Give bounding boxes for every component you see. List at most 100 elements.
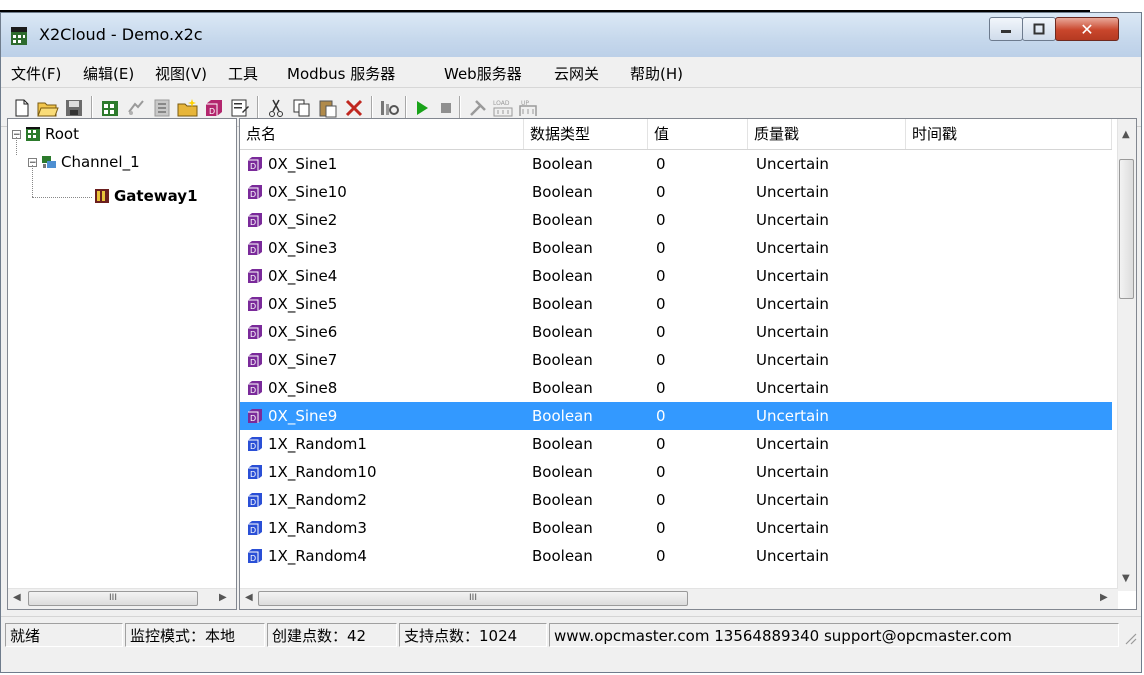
new-file-button[interactable] [11, 97, 33, 119]
column-divider [648, 318, 649, 346]
column-divider [906, 178, 907, 206]
scroll-up-icon[interactable]: ▲ [1122, 129, 1130, 140]
column-divider [906, 542, 907, 570]
tree-node-root[interactable]: − Root [12, 123, 79, 145]
tag-disabled-icon [154, 99, 170, 117]
cell-type: Boolean [532, 519, 593, 537]
table-row[interactable]: D 1X_Random3 Boolean 0 Uncertain [240, 514, 1112, 542]
column-divider [524, 346, 525, 374]
scroll-thumb[interactable]: III [258, 591, 688, 606]
table-row[interactable]: D 0X_Sine9 Boolean 0 Uncertain [240, 402, 1112, 430]
scroll-right-icon[interactable]: ▶ [1100, 592, 1108, 603]
delete-button[interactable] [343, 97, 365, 119]
resize-grip-icon[interactable] [1123, 631, 1137, 645]
column-divider [524, 458, 525, 486]
column-divider [906, 402, 907, 430]
toolbar-separator [91, 96, 93, 120]
add-data-button[interactable]: D [203, 97, 225, 119]
column-header-type[interactable]: 数据类型 [524, 119, 648, 149]
scroll-thumb[interactable]: III [28, 591, 198, 606]
cell-name: 0X_Sine5 [268, 295, 338, 313]
scroll-left-icon[interactable]: ◀ [13, 592, 21, 603]
column-header-value[interactable]: 值 [648, 119, 748, 149]
close-button[interactable]: ✕ [1055, 17, 1119, 41]
column-divider [648, 234, 649, 262]
title-bar[interactable]: X2Cloud - Demo.x2c ✕ [1, 13, 1141, 57]
menu-edit[interactable]: 编辑(E) [81, 63, 136, 84]
table-row[interactable]: D 0X_Sine7 Boolean 0 Uncertain [240, 346, 1112, 374]
properties-icon [231, 99, 249, 117]
upload-button[interactable]: UP [517, 97, 539, 119]
save-button[interactable] [63, 97, 85, 119]
scroll-left-icon[interactable]: ◀ [245, 592, 253, 603]
column-header-name[interactable]: 点名 [240, 119, 524, 149]
open-file-button[interactable] [37, 97, 59, 119]
tree-panel[interactable]: − Root − Channel_1 Gateway1 ◀ III ▶ [7, 118, 237, 610]
table-row[interactable]: D 1X_Random2 Boolean 0 Uncertain [240, 486, 1112, 514]
cell-quality: Uncertain [756, 183, 829, 201]
cell-name: 1X_Random1 [268, 435, 367, 453]
table-row[interactable]: D 1X_Random1 Boolean 0 Uncertain [240, 430, 1112, 458]
table-row[interactable]: D 0X_Sine4 Boolean 0 Uncertain [240, 262, 1112, 290]
menu-help[interactable]: 帮助(H) [628, 63, 685, 84]
cell-quality: Uncertain [756, 519, 829, 537]
menu-modbus-server[interactable]: Modbus 服务器 [285, 63, 397, 84]
menu-file[interactable]: 文件(F) [9, 63, 63, 84]
tag-list-panel[interactable]: 点名 数据类型 值 质量戳 时间戳 D 0X_Sine1 Boolean 0 Uncer… [239, 118, 1137, 610]
svg-text:D: D [250, 414, 256, 423]
menu-view[interactable]: 视图(V) [153, 63, 209, 84]
list-header: 点名 数据类型 值 质量戳 时间戳 [240, 119, 1112, 150]
menu-cloud-gateway[interactable]: 云网关 [552, 63, 601, 84]
column-divider [906, 234, 907, 262]
maximize-icon [1033, 23, 1045, 35]
new-item-button[interactable] [177, 97, 199, 119]
data-tag-icon: D [248, 157, 262, 171]
start-button[interactable] [411, 97, 433, 119]
table-row[interactable]: D 0X_Sine5 Boolean 0 Uncertain [240, 290, 1112, 318]
svg-text:D: D [250, 526, 256, 535]
cell-value: 0 [656, 239, 666, 257]
menu-tools[interactable]: 工具 [226, 63, 260, 84]
status-created-count: 创建点数：42 [267, 623, 397, 647]
add-device-button[interactable] [125, 97, 147, 119]
scroll-thumb[interactable] [1119, 159, 1134, 299]
add-tag-button[interactable] [151, 97, 173, 119]
maximize-button[interactable] [1022, 17, 1056, 41]
menu-web-server[interactable]: Web服务器 [442, 63, 524, 84]
properties-button[interactable] [229, 97, 251, 119]
table-row[interactable]: D 1X_Random10 Boolean 0 Uncertain [240, 458, 1112, 486]
minimize-button[interactable] [989, 17, 1023, 41]
scroll-down-icon[interactable]: ▼ [1122, 573, 1130, 584]
tools-button[interactable] [467, 97, 489, 119]
svg-text:UP: UP [521, 100, 529, 107]
table-row[interactable]: D 0X_Sine10 Boolean 0 Uncertain [240, 178, 1112, 206]
stop-button[interactable] [435, 97, 457, 119]
browse-button[interactable] [379, 97, 401, 119]
toolbar-separator [371, 96, 373, 120]
column-divider [648, 374, 649, 402]
vertical-scrollbar[interactable]: ▲ ▼ [1117, 119, 1136, 591]
load-button[interactable]: LOAD [491, 97, 513, 119]
paste-button[interactable] [317, 97, 339, 119]
column-divider [906, 514, 907, 542]
cell-quality: Uncertain [756, 435, 829, 453]
table-row[interactable]: D 0X_Sine8 Boolean 0 Uncertain [240, 374, 1112, 402]
tree-node-gateway[interactable]: Gateway1 [94, 185, 198, 207]
column-header-quality[interactable]: 质量戳 [748, 119, 906, 149]
tree-node-channel[interactable]: − Channel_1 [28, 151, 140, 173]
add-channel-button[interactable] [99, 97, 121, 119]
cell-type: Boolean [532, 267, 593, 285]
cell-name: 0X_Sine6 [268, 323, 338, 341]
table-row[interactable]: D 1X_Random4 Boolean 0 Uncertain [240, 542, 1112, 570]
copy-button[interactable] [291, 97, 313, 119]
scroll-right-icon[interactable]: ▶ [219, 592, 227, 603]
tree-horizontal-scrollbar[interactable]: ◀ III ▶ [8, 588, 236, 609]
svg-text:D: D [250, 554, 256, 563]
column-header-timestamp[interactable]: 时间戳 [906, 119, 1112, 149]
table-row[interactable]: D 0X_Sine6 Boolean 0 Uncertain [240, 318, 1112, 346]
table-row[interactable]: D 0X_Sine3 Boolean 0 Uncertain [240, 234, 1112, 262]
table-row[interactable]: D 0X_Sine2 Boolean 0 Uncertain [240, 206, 1112, 234]
table-row[interactable]: D 0X_Sine1 Boolean 0 Uncertain [240, 150, 1112, 178]
cut-button[interactable] [265, 97, 287, 119]
horizontal-scrollbar[interactable]: ◀ III ▶ [240, 588, 1118, 609]
